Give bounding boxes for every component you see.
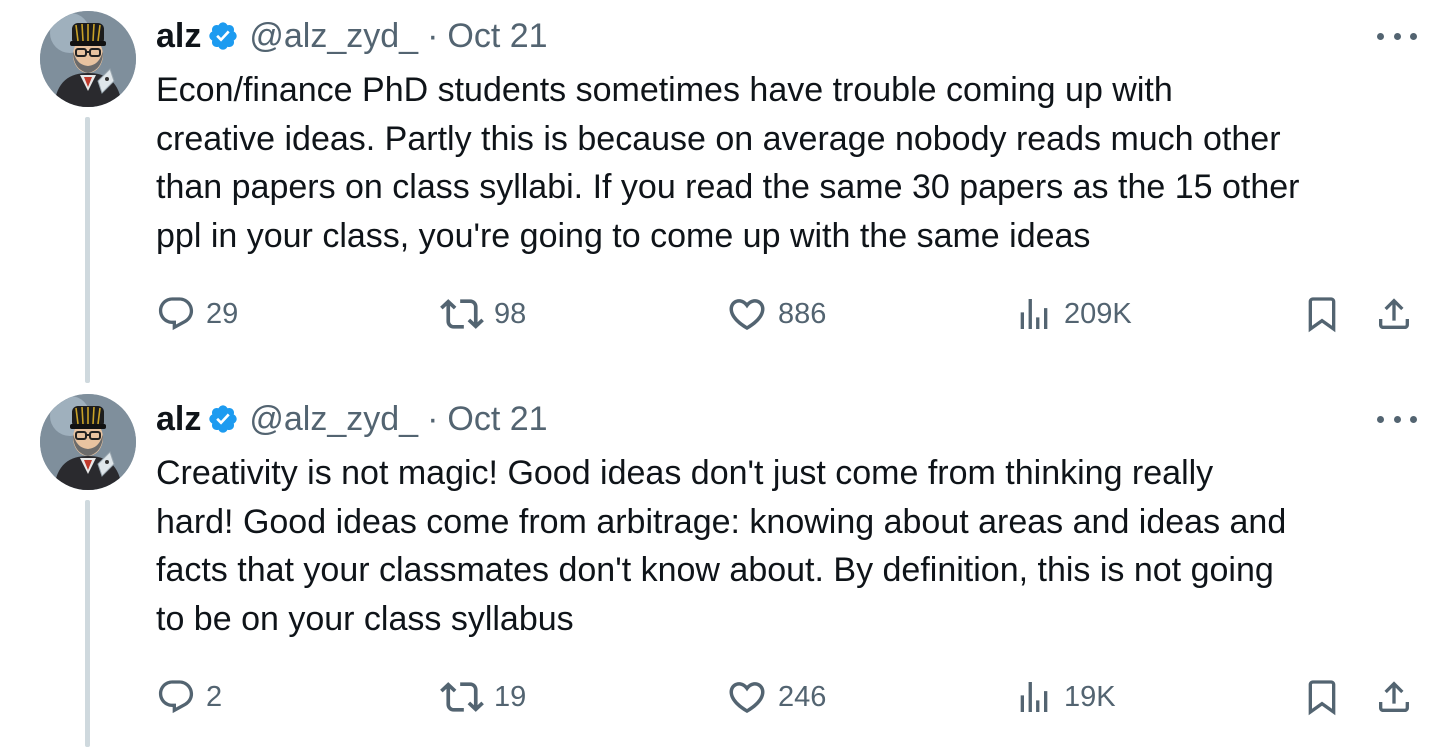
action-bar: 29 98 886 209K [156, 292, 1418, 336]
views-button[interactable]: 209K [1014, 292, 1132, 336]
reply-icon [156, 677, 196, 717]
avatar-image [40, 394, 136, 490]
verified-badge-icon[interactable] [207, 20, 239, 52]
retweet-count: 98 [494, 297, 527, 330]
tweet-2[interactable]: alz @alz_zyd_ · Oct 21 Creativity is not… [0, 383, 1456, 747]
author-handle[interactable]: @alz_zyd_ [249, 397, 418, 441]
share-button[interactable] [1374, 292, 1414, 336]
retweet-icon [440, 675, 484, 719]
tweet-1[interactable]: alz @alz_zyd_ · Oct 21 Econ/finance PhD … [0, 0, 1456, 383]
bookmark-icon [1302, 294, 1342, 334]
views-count: 209K [1064, 297, 1132, 330]
author-name[interactable]: alz [156, 14, 201, 58]
like-button[interactable]: 246 [726, 675, 826, 719]
reply-icon [156, 294, 196, 334]
author-name[interactable]: alz [156, 397, 201, 441]
share-icon [1374, 294, 1414, 334]
retweet-icon [440, 292, 484, 336]
avatar[interactable] [40, 11, 136, 107]
views-chart-icon [1014, 677, 1054, 717]
separator: · [427, 17, 439, 55]
avatar[interactable] [40, 394, 136, 490]
more-dots-icon[interactable] [1377, 405, 1417, 433]
tweet-date[interactable]: Oct 21 [447, 14, 547, 58]
tweet-header: alz @alz_zyd_ · Oct 21 [156, 397, 548, 441]
tweet-text: Creativity is not magic! Good ideas don'… [156, 454, 1287, 638]
heart-icon [726, 676, 768, 718]
share-icon [1374, 677, 1414, 717]
reply-count: 29 [206, 297, 239, 330]
views-count: 19K [1064, 680, 1116, 713]
like-button[interactable]: 886 [726, 292, 826, 336]
retweet-count: 19 [494, 680, 527, 713]
tweet-header: alz @alz_zyd_ · Oct 21 [156, 14, 548, 58]
avatar-image [40, 11, 136, 107]
bookmark-button[interactable] [1302, 292, 1342, 336]
thread-connector-line [85, 500, 90, 747]
heart-icon [726, 293, 768, 335]
views-chart-icon [1014, 294, 1054, 334]
like-count: 246 [778, 680, 827, 713]
retweet-button[interactable]: 98 [440, 292, 526, 336]
more-dots-icon[interactable] [1377, 22, 1417, 50]
tweet-date[interactable]: Oct 21 [447, 397, 547, 441]
author-handle[interactable]: @alz_zyd_ [249, 14, 418, 58]
bookmark-button[interactable] [1302, 675, 1342, 719]
retweet-button[interactable]: 19 [440, 675, 526, 719]
reply-button[interactable]: 29 [156, 292, 238, 336]
reply-count: 2 [206, 680, 223, 713]
action-bar: 2 19 246 19K [156, 675, 1418, 719]
verified-badge-icon[interactable] [207, 403, 239, 435]
tweet-text: Econ/finance PhD students sometimes have… [156, 71, 1300, 255]
separator: · [427, 400, 439, 438]
reply-button[interactable]: 2 [156, 675, 222, 719]
thread-connector-line [85, 117, 90, 383]
share-button[interactable] [1374, 675, 1414, 719]
views-button[interactable]: 19K [1014, 675, 1116, 719]
bookmark-icon [1302, 677, 1342, 717]
like-count: 886 [778, 297, 827, 330]
